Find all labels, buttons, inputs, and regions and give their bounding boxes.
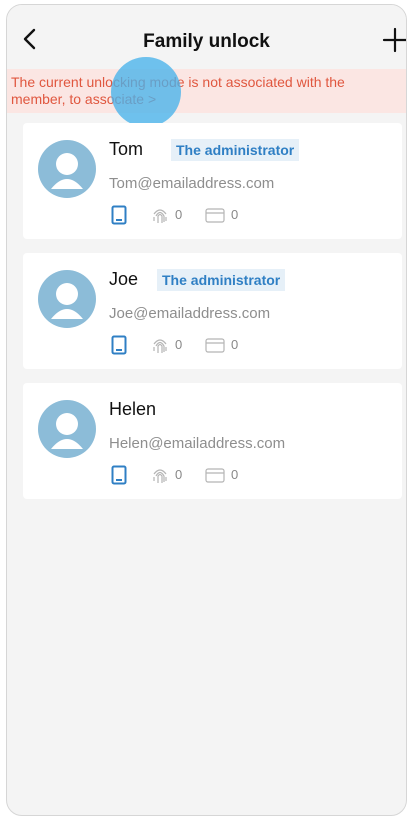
phone-icon (111, 205, 127, 225)
phone-icon (111, 335, 127, 355)
touch-indicator (111, 57, 181, 127)
member-email: Tom@emailaddress.com (109, 175, 275, 192)
member-card-helen[interactable]: Helen Helen@emailaddress.com 0 0 (23, 383, 402, 499)
card-count: 0 (231, 337, 239, 352)
phone-icon (111, 465, 127, 485)
avatar-icon (38, 140, 96, 198)
member-card-joe[interactable]: Joe The administrator Joe@emailaddress.c… (23, 253, 402, 369)
avatar-icon (38, 400, 96, 458)
fingerprint-count: 0 (175, 207, 183, 222)
app-frame: Family unlock The current unlocking mode… (6, 4, 407, 816)
card-count: 0 (231, 467, 239, 482)
plus-icon[interactable] (382, 27, 407, 53)
member-name: Tom (109, 139, 144, 159)
member-card-tom[interactable]: Tom The administrator Tom@emailaddress.c… (23, 123, 402, 239)
member-name: Joe (109, 269, 139, 289)
admin-badge: The administrator (157, 269, 286, 291)
member-name: Helen (109, 399, 157, 419)
member-email: Helen@emailaddress.com (109, 435, 286, 452)
card-icon (205, 338, 225, 353)
fingerprint-count: 0 (175, 467, 183, 482)
card-count: 0 (231, 207, 239, 222)
admin-badge: The administrator (171, 139, 300, 161)
card-icon (205, 208, 225, 223)
fingerprint-icon (153, 209, 167, 223)
card-icon (205, 468, 225, 483)
top-bar: Family unlock (7, 5, 406, 67)
avatar-icon (38, 270, 96, 328)
fingerprint-icon (153, 339, 167, 353)
member-email: Joe@emailaddress.com (109, 305, 271, 322)
fingerprint-icon (153, 469, 167, 483)
unassociated-warning-banner[interactable]: The current unlocking mode is not associ… (7, 69, 406, 113)
page-title: Family unlock (143, 31, 270, 52)
fingerprint-count: 0 (175, 337, 183, 352)
